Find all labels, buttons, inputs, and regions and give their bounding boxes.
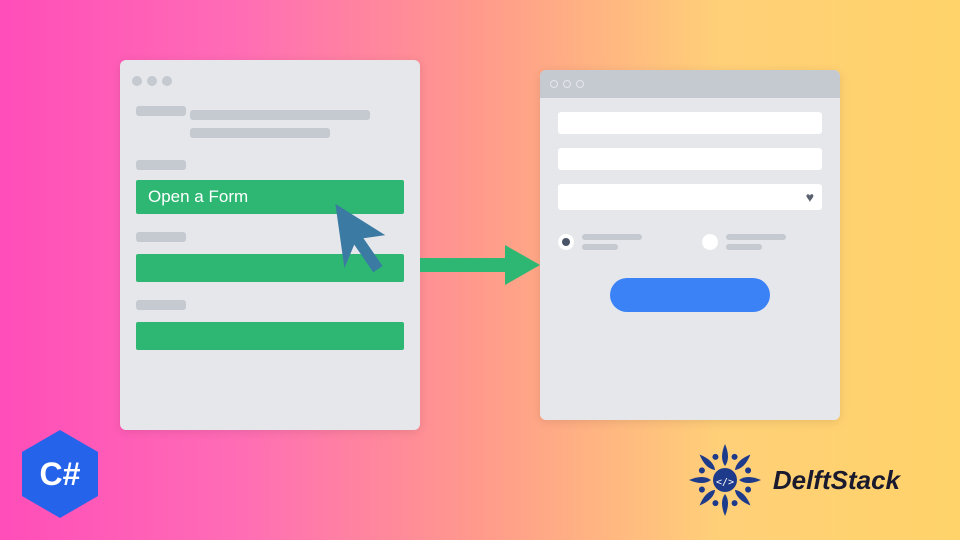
heart-icon: ♥ <box>806 189 814 205</box>
submit-button[interactable] <box>610 278 770 312</box>
radio-group <box>540 224 840 260</box>
form-window: ♥ <box>540 70 840 420</box>
dot-icon <box>147 76 157 86</box>
control-icon <box>563 80 571 88</box>
cursor-icon <box>330 190 400 280</box>
window-controls <box>120 72 420 90</box>
brand-logo: </> <box>685 440 900 520</box>
radio-option[interactable] <box>558 234 574 250</box>
text-input[interactable]: ♥ <box>558 184 822 210</box>
window-titlebar <box>540 70 840 98</box>
button-label: Open a Form <box>148 187 248 207</box>
label-line <box>582 244 618 250</box>
text-line <box>136 232 186 242</box>
svg-text:</>: </> <box>716 477 734 488</box>
csharp-badge: C# <box>20 428 100 520</box>
text-input[interactable] <box>558 148 822 170</box>
text-input[interactable] <box>558 112 822 134</box>
dot-icon <box>132 76 142 86</box>
brand-name: DelftStack <box>773 465 900 496</box>
mandala-icon: </> <box>685 440 765 520</box>
label-line <box>726 244 762 250</box>
csharp-label: C# <box>40 456 81 493</box>
label-line <box>726 234 786 240</box>
text-line <box>136 300 186 310</box>
label-line <box>582 234 642 240</box>
dot-icon <box>162 76 172 86</box>
text-line <box>136 160 186 170</box>
text-line <box>136 106 186 116</box>
control-icon <box>550 80 558 88</box>
text-line <box>190 128 330 138</box>
text-line <box>190 110 370 120</box>
control-icon <box>576 80 584 88</box>
menu-bar <box>136 322 404 350</box>
radio-option[interactable] <box>702 234 718 250</box>
arrow-icon <box>420 240 540 290</box>
